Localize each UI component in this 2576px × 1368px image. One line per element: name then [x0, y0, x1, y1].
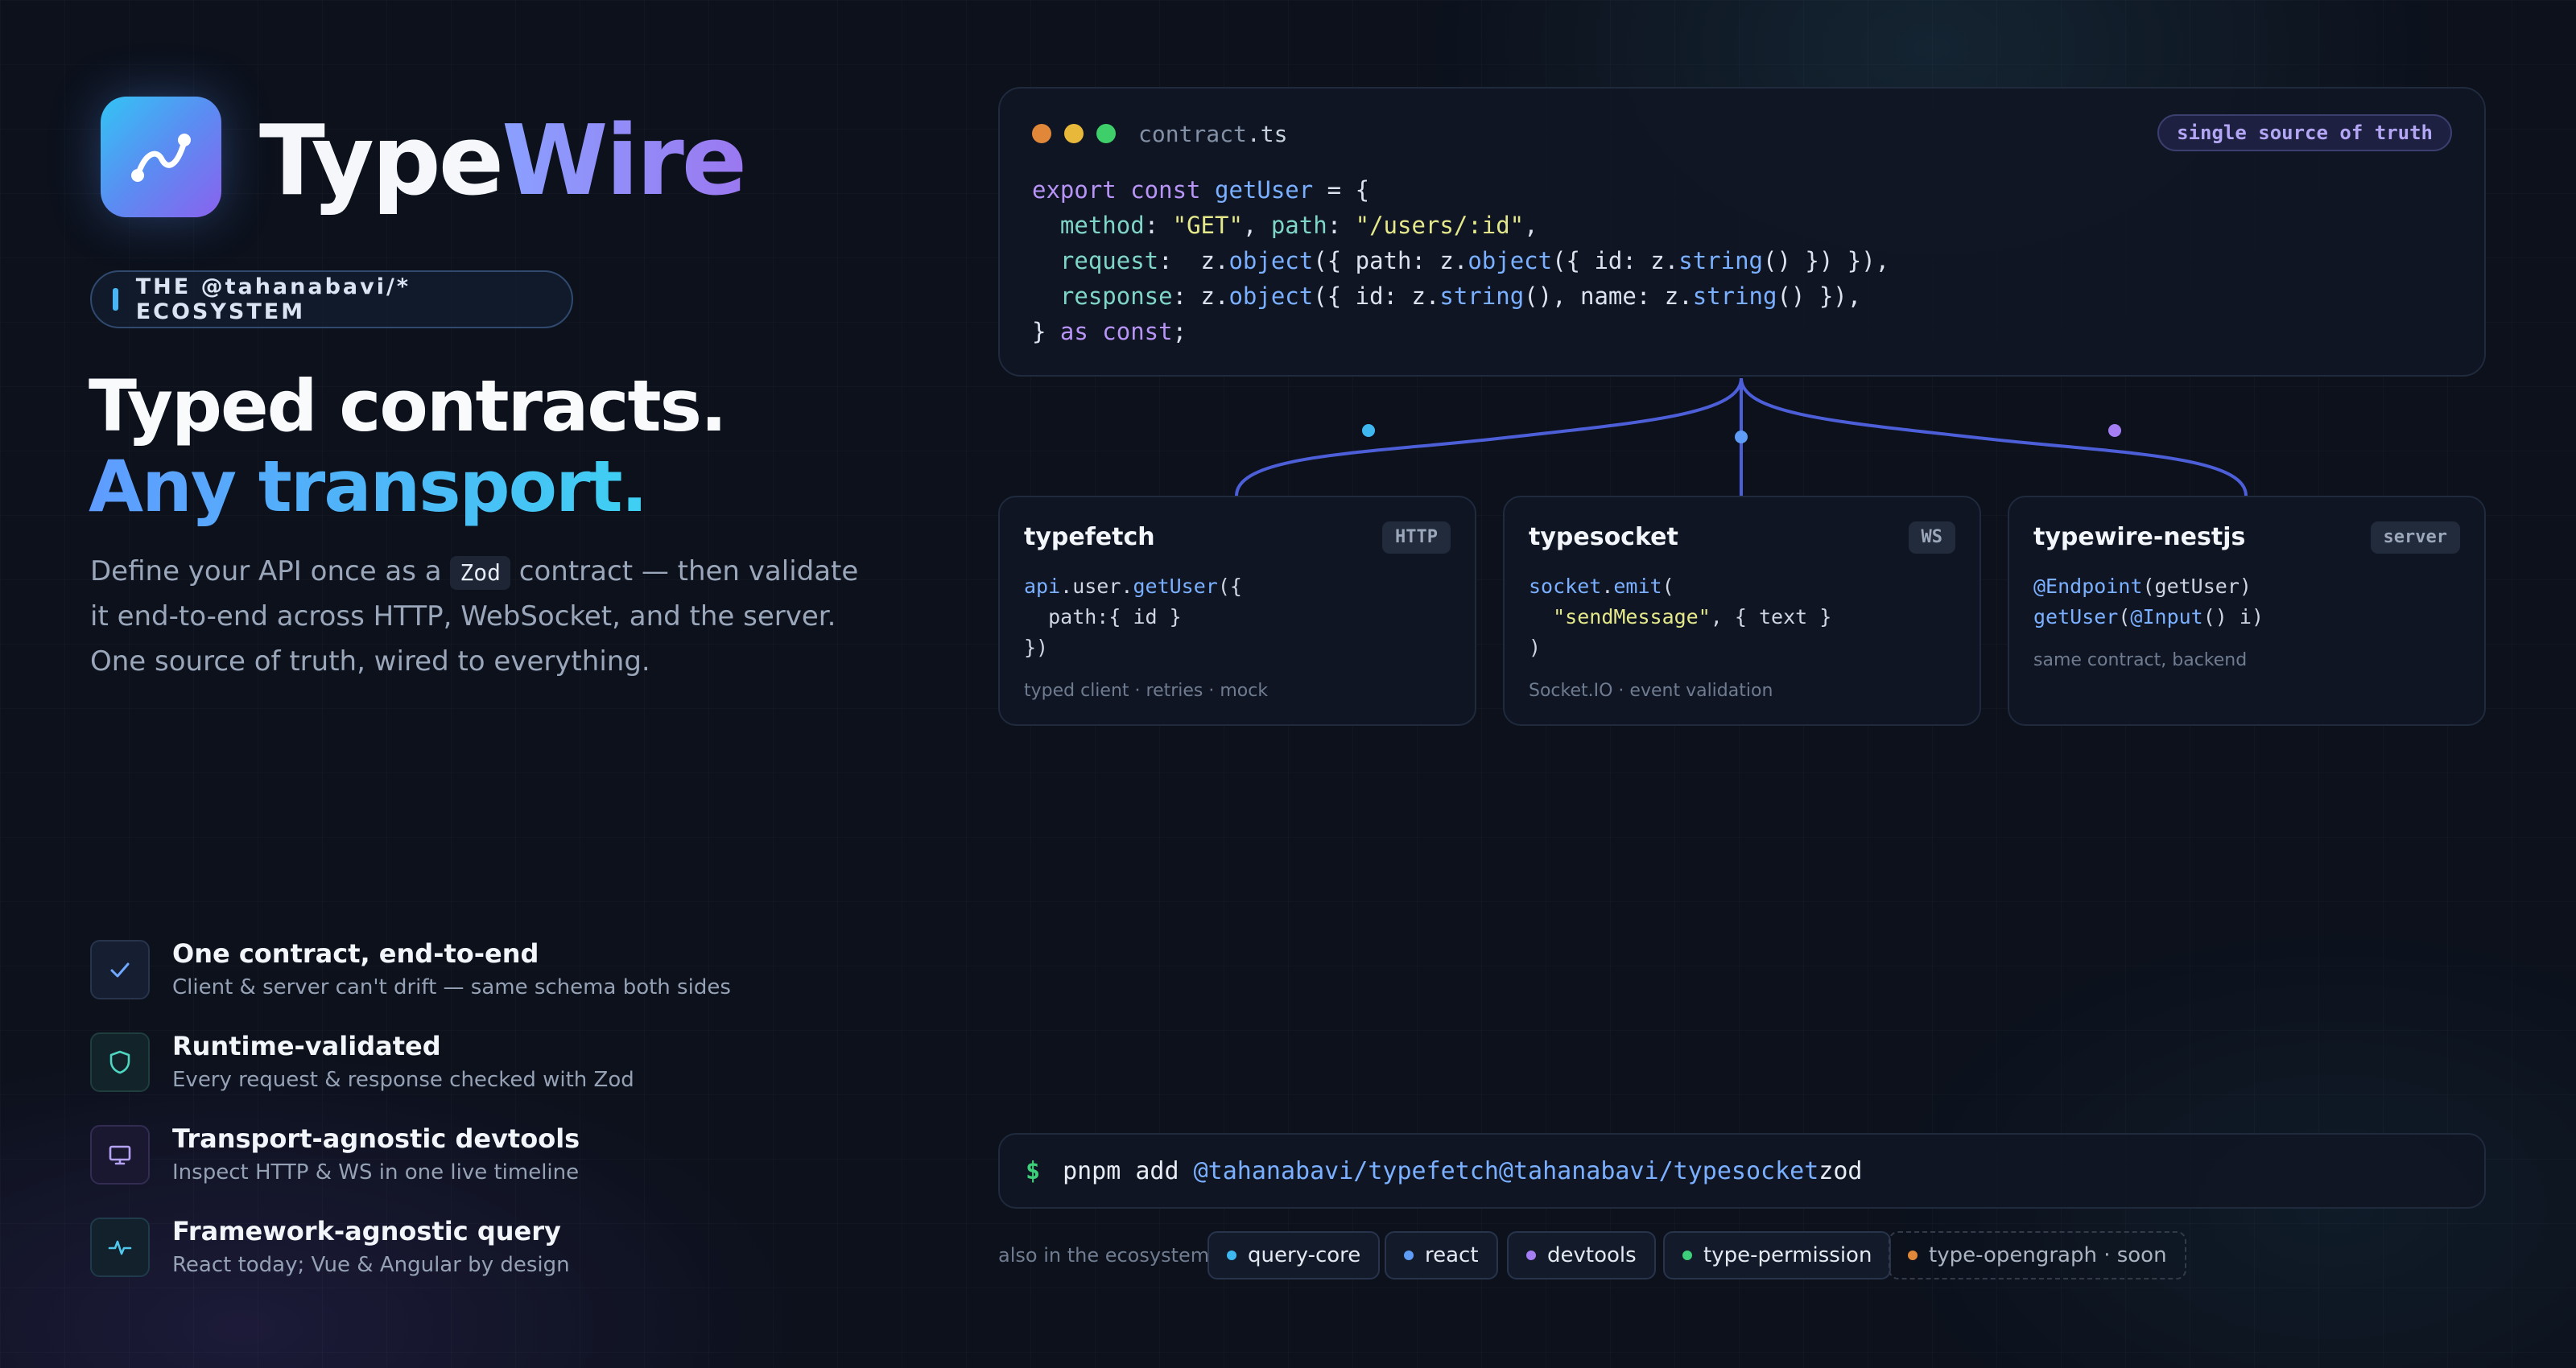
install-command[interactable]: $ pnpm add @tahanabavi/typefetch @tahanab…: [998, 1133, 2486, 1209]
chip-type-opengraph[interactable]: type-opengraph · soon: [1889, 1231, 2186, 1279]
card-code: api.user.getUser({ path:{ id } }): [1024, 575, 1242, 659]
chip-devtools[interactable]: devtools: [1507, 1231, 1656, 1279]
ecosystem-label: also in the ecosystem: [998, 1244, 1210, 1267]
terminal-prompt: $: [1026, 1156, 1041, 1185]
card-title: typesocket: [1529, 523, 1678, 551]
card-footer: Socket.IO · event validation: [1529, 681, 1773, 701]
chip-react[interactable]: react: [1385, 1231, 1498, 1279]
connector-dot-purple: [2108, 424, 2121, 437]
card-typefetch[interactable]: typefetch HTTP api.user.getUser({ path:{…: [998, 496, 1476, 726]
card-code: @Endpoint(getUser) getUser(@Input() i): [2033, 575, 2264, 628]
chip-dot: [1227, 1251, 1236, 1260]
chip-dot: [1682, 1251, 1692, 1260]
card-title: typewire-nestjs: [2033, 523, 2246, 551]
chip-dot: [1404, 1251, 1414, 1260]
card-typewire-nestjs[interactable]: typewire-nestjs server @Endpoint(getUser…: [2008, 496, 2486, 726]
chip-dot: [1908, 1251, 1918, 1260]
connector-dot-cyan: [1362, 424, 1375, 437]
card-typesocket[interactable]: typesocket WS socket.emit( "sendMessage"…: [1503, 496, 1981, 726]
connector-dot-blue: [1735, 431, 1748, 443]
chip-type-permission[interactable]: type-permission: [1663, 1231, 1892, 1279]
card-footer: same contract, backend: [2033, 650, 2248, 670]
chip-query-core[interactable]: query-core: [1208, 1231, 1381, 1279]
card-footer: typed client · retries · mock: [1024, 681, 1269, 701]
connector-left: [1235, 377, 1743, 497]
card-title: typefetch: [1024, 523, 1155, 551]
card-code: socket.emit( "sendMessage", { text } ): [1529, 575, 1832, 659]
card-tag: server: [2370, 521, 2460, 554]
chip-dot: [1526, 1251, 1536, 1260]
card-tag: WS: [1908, 521, 1955, 554]
card-tag: HTTP: [1382, 521, 1451, 554]
connector-right: [1740, 377, 2248, 497]
